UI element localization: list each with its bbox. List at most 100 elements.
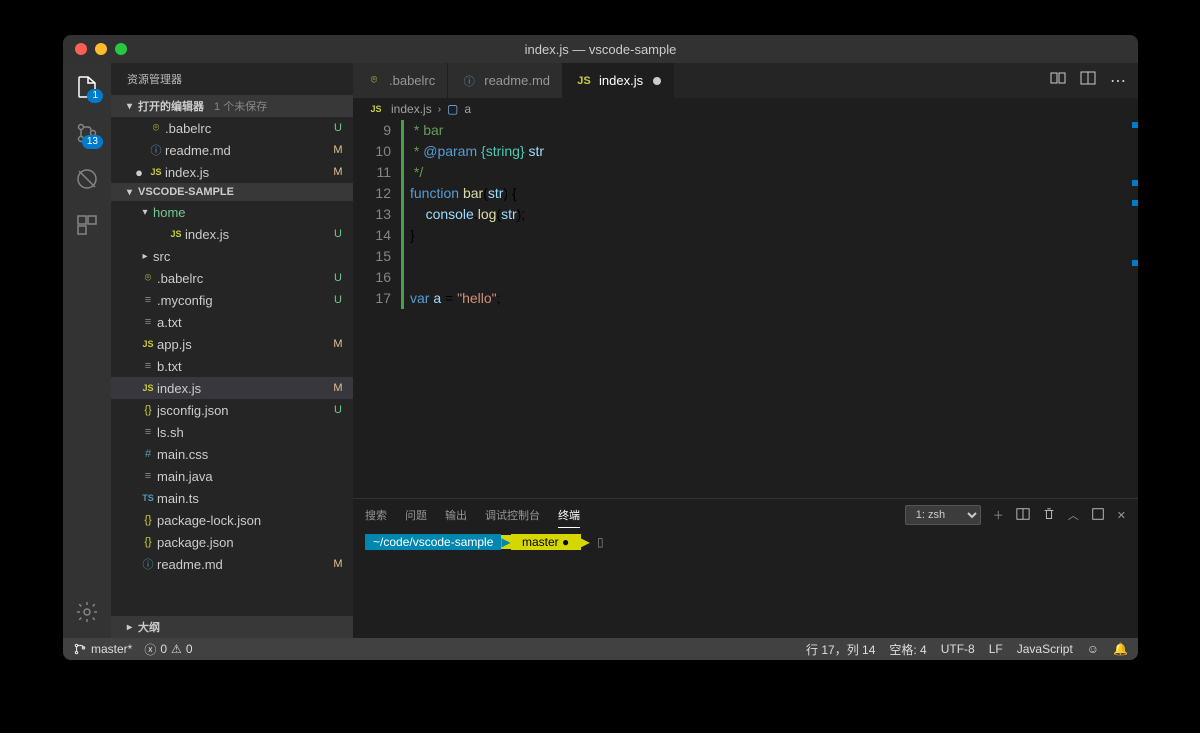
tree-item[interactable]: JSapp.jsM [111,333,353,355]
encoding[interactable]: UTF-8 [941,641,975,658]
tree-item[interactable]: ⓘreadme.mdM [111,553,353,575]
minimize-button[interactable] [95,43,107,55]
file-tree: ▾home JSindex.jsU ▸src ⌾.babelrcU ≡.myco… [111,201,353,616]
code-content[interactable]: * bar * @param {string} str */function b… [401,120,1138,498]
bell-icon[interactable]: 🔔 [1113,641,1128,658]
file-label: main.css [157,447,331,462]
tree-item[interactable]: JSindex.jsM [111,377,353,399]
scm-icon[interactable]: 13 [73,119,101,147]
outline-header[interactable]: ▸ 大纲 [111,616,353,638]
panel-tab[interactable]: 调试控制台 [485,503,540,527]
file-label: ls.sh [157,425,331,440]
tree-item[interactable]: JSindex.jsU [111,223,353,245]
tab-label: index.js [599,73,643,88]
terminal[interactable]: ~/code/vscode-sample▶ master ● ▶ ▯ [353,531,1138,638]
maximize-panel-icon[interactable] [1091,507,1105,524]
git-status: U [331,294,345,306]
tree-item[interactable]: {}jsconfig.jsonU [111,399,353,421]
git-status: M [331,382,345,394]
file-icon: ≡ [139,316,157,328]
split-terminal-icon[interactable] [1016,507,1030,524]
tree-item[interactable]: ⌾.babelrcU [111,267,353,289]
tree-item[interactable]: ≡ls.sh [111,421,353,443]
compare-icon[interactable] [1050,70,1066,91]
file-label: main.java [157,469,331,484]
cursor-position[interactable]: 行 17，列 14 [806,641,875,658]
new-terminal-icon[interactable]: ＋ [993,507,1004,523]
feedback-icon[interactable]: ☺ [1087,641,1099,658]
code-editor[interactable]: 91011121314151617 * bar * @param {string… [353,120,1138,498]
ts-icon: TS [139,493,157,503]
window-title: index.js — vscode-sample [525,42,677,57]
file-label: main.ts [157,491,331,506]
close-button[interactable] [75,43,87,55]
tree-item[interactable]: ≡main.java [111,465,353,487]
open-editors-hint: 1 个未保存 [214,98,267,114]
trash-icon[interactable] [1042,507,1056,524]
tree-item[interactable]: #main.css [111,443,353,465]
file-label: .babelrc [157,271,331,286]
panel-tab[interactable]: 输出 [445,503,467,527]
git-branch[interactable]: master* [73,642,132,656]
git-status: U [331,228,345,240]
editor-tab[interactable]: JSindex.js [563,63,674,98]
panel-tab[interactable]: 终端 [558,503,580,528]
file-label: package.json [157,535,331,550]
tree-item[interactable]: ≡b.txt [111,355,353,377]
open-editor-item[interactable]: ● JSindex.js M [111,161,353,183]
explorer-badge: 1 [87,89,103,103]
statusbar: master* ⓧ0 ⚠0 行 17，列 14 空格: 4 UTF-8 LF J… [63,638,1138,660]
traffic-lights [75,43,127,55]
settings-icon[interactable] [73,598,101,626]
open-editor-item[interactable]: ⓘreadme.md M [111,139,353,161]
terminal-select[interactable]: 1: zsh [905,505,981,525]
babel-icon: ⌾ [365,74,383,87]
close-panel-icon[interactable]: ✕ [1117,509,1126,522]
split-icon[interactable] [1080,70,1096,91]
debug-icon[interactable] [73,165,101,193]
tree-item[interactable]: ≡a.txt [111,311,353,333]
tree-item[interactable]: {}package.json [111,531,353,553]
file-label: a.txt [157,315,331,330]
file-icon: ≡ [139,360,157,372]
extensions-icon[interactable] [73,211,101,239]
chevron-up-icon[interactable]: ︿ [1068,507,1079,523]
json-icon: {} [139,404,157,416]
problems[interactable]: ⓧ0 ⚠0 [144,641,192,658]
project-header[interactable]: ▾ VSCODE-SAMPLE [111,183,353,201]
tree-item[interactable]: ≡.myconfigU [111,289,353,311]
panel-tab[interactable]: 问题 [405,503,427,527]
js-icon: JS [167,229,185,239]
tree-item[interactable]: TSmain.ts [111,487,353,509]
language[interactable]: JavaScript [1017,641,1073,658]
variable-icon: ▢ [447,102,458,116]
tree-item[interactable]: ▸src [111,245,353,267]
editor-tab[interactable]: ⌾.babelrc [353,63,448,98]
outline-label: 大纲 [138,619,160,635]
more-icon[interactable]: ⋯ [1110,71,1126,91]
git-status: U [331,122,345,134]
minimap[interactable] [1130,120,1138,498]
tree-item[interactable]: ▾home [111,201,353,223]
md-icon: ⓘ [460,73,478,89]
editor-tab[interactable]: ⓘreadme.md [448,63,563,98]
file-label: readme.md [157,557,331,572]
maximize-button[interactable] [115,43,127,55]
prompt-path: ~/code/vscode-sample [365,534,501,550]
panel-tab[interactable]: 搜索 [365,503,387,527]
file-label: readme.md [165,143,331,158]
breadcrumb[interactable]: JS index.js › ▢ a [353,98,1138,120]
explorer-icon[interactable]: 1 [73,73,101,101]
error-icon: ⓧ [144,641,156,658]
babel-icon: ⌾ [139,272,157,285]
indent[interactable]: 空格: 4 [889,641,926,658]
eol[interactable]: LF [989,641,1003,658]
open-editor-item[interactable]: ⌾.babelrc U [111,117,353,139]
md-icon: ⓘ [139,556,157,572]
dirty-indicator: ● [131,165,147,180]
js-icon: JS [147,167,165,177]
bottom-panel: 搜索问题输出调试控制台终端 1: zsh ＋ ︿ ✕ ~/code/vscode… [353,498,1138,638]
open-editors-header[interactable]: ▾ 打开的编辑器 1 个未保存 [111,95,353,117]
file-icon: ≡ [139,470,157,482]
tree-item[interactable]: {}package-lock.json [111,509,353,531]
